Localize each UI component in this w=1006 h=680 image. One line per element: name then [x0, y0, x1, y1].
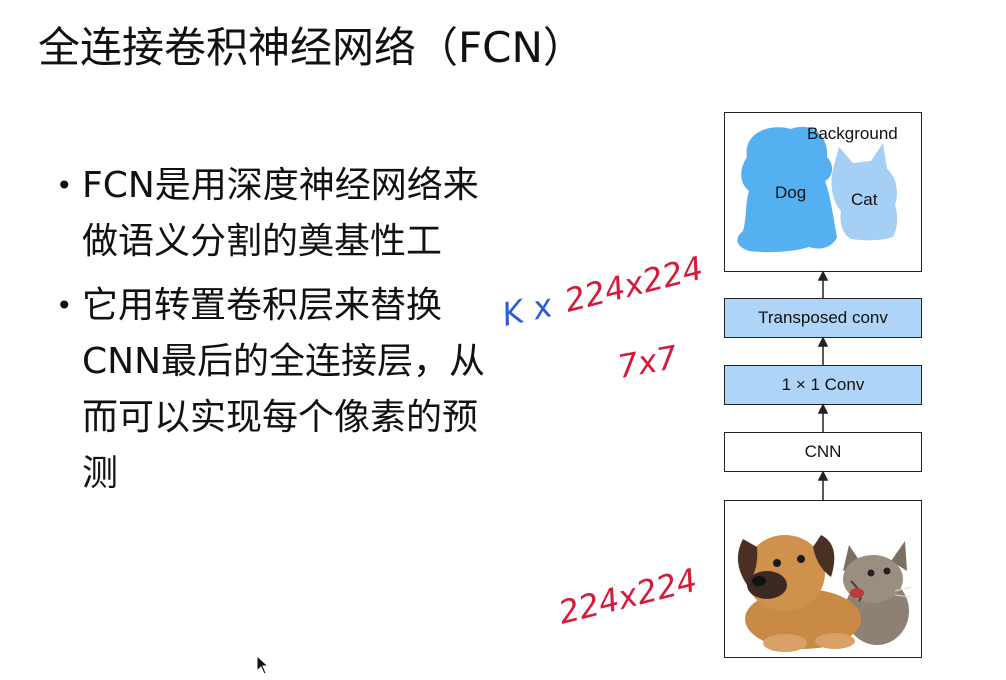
annotation-kx: K x [499, 286, 557, 334]
annotation-mid-size: 7x7 [615, 338, 681, 386]
handwriting-layer: K x 224x224 7x7 224x224 [499, 249, 707, 632]
annotation-bottom-size: 224x224 [555, 561, 701, 632]
annotation-top-size: 224x224 [561, 249, 707, 320]
mouse-cursor-icon [256, 655, 270, 675]
fcn-diagram: Background Dog Cat Transposed conv 1 × 1… [0, 0, 1006, 680]
